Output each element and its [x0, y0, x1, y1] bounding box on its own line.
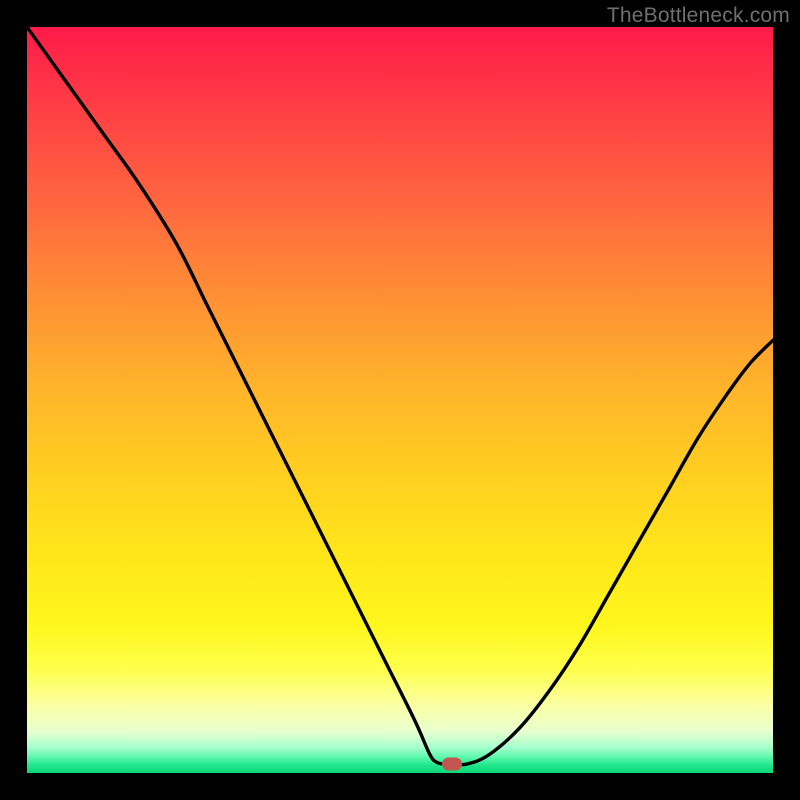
plot-area [27, 27, 773, 773]
chart-frame: TheBottleneck.com [0, 0, 800, 800]
minimum-marker [442, 758, 462, 771]
watermark-text: TheBottleneck.com [607, 4, 790, 28]
bottleneck-curve [27, 27, 773, 773]
